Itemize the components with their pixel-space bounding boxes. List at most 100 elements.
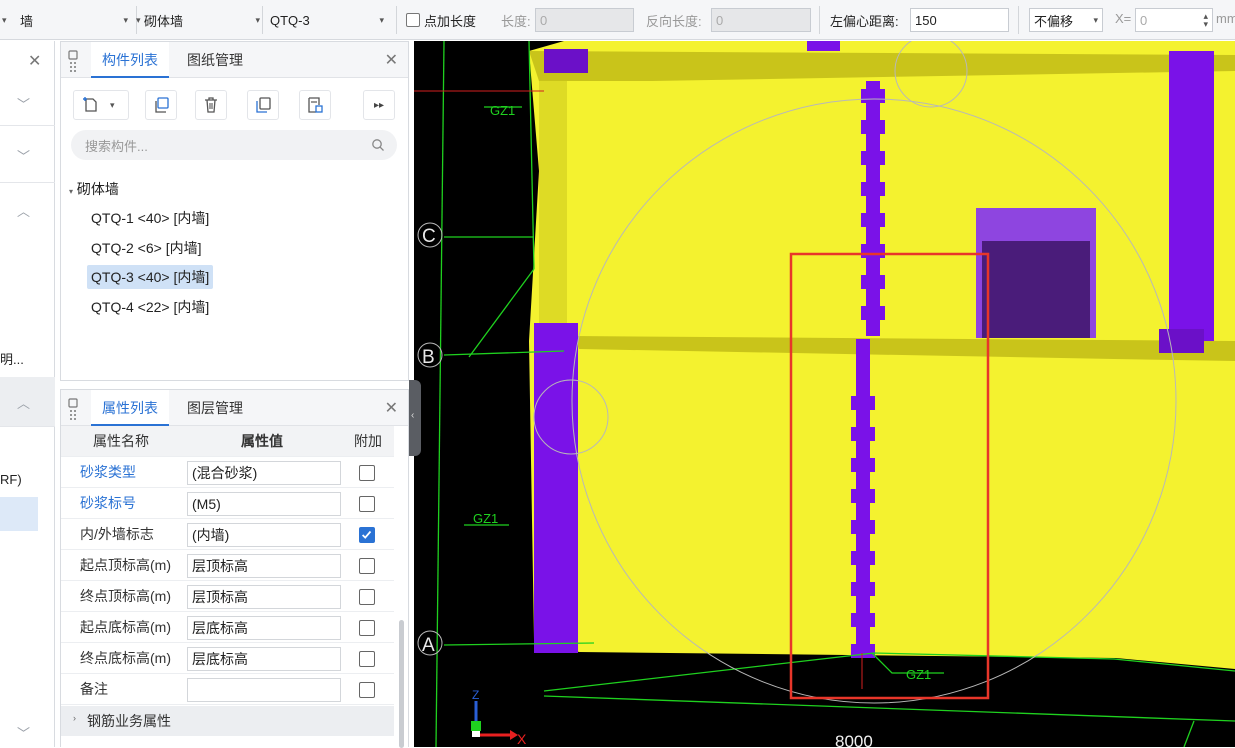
tree-root[interactable]: ▾ 砌体墙 xyxy=(69,179,119,199)
expand-icon[interactable]: ▾ xyxy=(69,187,73,196)
search-box[interactable]: 搜索构件... xyxy=(71,130,397,160)
x-input[interactable]: 0 ▴ ▾ xyxy=(1135,8,1213,32)
column-top-left xyxy=(544,49,588,73)
component-select-value: QTQ-3 xyxy=(270,12,310,28)
chevron-up-icon[interactable]: ︿ xyxy=(17,393,30,412)
table-row[interactable]: 砂浆类型 (混合砂浆) xyxy=(61,457,394,488)
chevron-down-icon: ▾ xyxy=(123,14,128,25)
checkbox[interactable] xyxy=(359,496,375,512)
checkbox[interactable] xyxy=(406,13,420,27)
tree-item-qtq-1[interactable]: QTQ-1 <40> [内墙] xyxy=(87,206,213,230)
table-row[interactable]: 起点底标高(m) 层底标高 xyxy=(61,612,394,643)
offset-mode-value: 不偏移 xyxy=(1034,13,1074,29)
chevron-up-icon[interactable]: ︿ xyxy=(17,201,30,220)
pin-icon[interactable] xyxy=(67,398,79,420)
nav-item-text[interactable]: RF) xyxy=(0,472,22,487)
3d-viewport[interactable]: C B A GZ1 GZ1 GZ1 8000 Z X xyxy=(414,41,1235,747)
window-opening xyxy=(982,241,1090,338)
offset-mode-select[interactable]: 不偏移 ▾ xyxy=(1029,8,1103,32)
chevron-left-icon[interactable]: ‹ xyxy=(411,410,414,421)
more-button[interactable]: ▸▸ xyxy=(363,90,395,120)
checkbox[interactable] xyxy=(359,589,375,605)
expand-icon[interactable]: › xyxy=(73,713,76,723)
checkbox[interactable] xyxy=(359,558,375,574)
property-value-input[interactable]: (内墙) xyxy=(187,523,341,547)
property-name: 内/外墙标志 xyxy=(80,526,154,542)
tree-root-label: 砌体墙 xyxy=(76,181,119,197)
property-value-input[interactable]: 层顶标高 xyxy=(187,554,341,578)
delete-button[interactable] xyxy=(195,90,227,120)
left-arrow-icon[interactable]: ▾ xyxy=(2,8,12,32)
category-select[interactable]: 砌体墙 ▾ xyxy=(140,8,266,32)
double-chevron-right-icon: ▸▸ xyxy=(373,99,385,111)
nav-item-selected[interactable] xyxy=(0,497,38,531)
copy-to-floor-button[interactable] xyxy=(247,90,279,120)
nav-item-text[interactable]: 明... xyxy=(0,349,24,368)
close-icon[interactable]: ✕ xyxy=(385,50,398,70)
divider xyxy=(396,6,397,34)
tab-drawing-management[interactable]: 图纸管理 xyxy=(187,42,243,78)
layers-copy-icon xyxy=(256,97,271,113)
table-row[interactable]: 终点底标高(m) 层底标高 xyxy=(61,643,394,674)
property-value-input[interactable]: 层底标高 xyxy=(187,647,341,671)
length-input[interactable]: 0 xyxy=(535,8,634,32)
type-select[interactable]: 墙 ▾ xyxy=(16,8,134,32)
nav-section[interactable]: ︿ 明... xyxy=(0,183,55,377)
export-button[interactable] xyxy=(299,90,331,120)
table-row[interactable]: 起点顶标高(m) 层顶标高 xyxy=(61,550,394,581)
divider xyxy=(819,6,820,34)
close-icon[interactable]: ✕ xyxy=(28,51,41,71)
scrollbar[interactable] xyxy=(399,620,404,748)
checkbox[interactable] xyxy=(359,682,375,698)
panel-collapse-handle[interactable]: ‹ xyxy=(409,380,421,456)
gizmo-x-label: X xyxy=(517,731,527,747)
nav-section[interactable]: ﹀ xyxy=(0,80,55,126)
chevron-down-icon[interactable]: ﹀ xyxy=(17,94,30,113)
tree-item-qtq-3[interactable]: QTQ-3 <40> [内墙] xyxy=(87,265,214,289)
axis-label-b: B xyxy=(422,347,435,368)
tab-layer-management[interactable]: 图层管理 xyxy=(187,390,243,426)
tree-item-qtq-2[interactable]: QTQ-2 <6> [内墙] xyxy=(87,236,205,260)
search-icon[interactable] xyxy=(371,138,385,152)
checkbox[interactable] xyxy=(359,651,375,667)
table-row[interactable]: 备注 xyxy=(61,674,394,705)
group-row-rebar[interactable]: › 钢筋业务属性 xyxy=(61,706,394,736)
model-view[interactable]: C B A GZ1 GZ1 GZ1 8000 Z X xyxy=(414,41,1235,747)
table-row[interactable]: 砂浆标号 (M5) xyxy=(61,488,394,519)
search-placeholder[interactable]: 搜索构件... xyxy=(85,136,148,155)
property-value-input[interactable]: 层底标高 xyxy=(187,616,341,640)
point-length-checkbox[interactable]: 点加长度 xyxy=(406,8,476,32)
property-value-input[interactable]: (混合砂浆) xyxy=(187,461,341,485)
property-value-input[interactable] xyxy=(187,678,341,702)
tab-property-list[interactable]: 属性列表 xyxy=(91,390,169,426)
chevron-down-icon: ▾ xyxy=(379,14,384,25)
left-offset-input[interactable]: 150 xyxy=(910,8,1009,32)
property-name: 起点顶标高(m) xyxy=(80,557,171,573)
tab-component-list[interactable]: 构件列表 xyxy=(91,42,169,78)
column-label-gz1: GZ1 xyxy=(490,103,515,118)
x-value: 0 xyxy=(1140,12,1148,28)
nav-section[interactable]: ﹀ xyxy=(0,126,55,183)
new-component-button[interactable]: ▾ xyxy=(73,90,129,120)
chevron-down-icon[interactable]: ﹀ xyxy=(17,146,30,165)
navigation-panel: ✕ ﹀ ﹀ ︿ 明... ︿ RF) ﹀ xyxy=(0,41,55,747)
table-row[interactable]: 内/外墙标志 (内墙) xyxy=(61,519,394,550)
divider xyxy=(262,6,263,34)
panel-header: 属性列表 图层管理 ✕ xyxy=(61,390,408,426)
table-row[interactable]: 终点顶标高(m) 层顶标高 xyxy=(61,581,394,612)
close-icon[interactable]: ✕ xyxy=(385,398,398,418)
pin-icon[interactable] xyxy=(67,50,79,72)
checkbox[interactable] xyxy=(359,620,375,636)
checkbox-checked[interactable] xyxy=(359,527,375,543)
copy-button[interactable] xyxy=(145,90,177,120)
chevron-down-icon[interactable]: ﹀ xyxy=(17,723,30,742)
nav-section[interactable]: ︿ xyxy=(0,377,55,427)
component-select[interactable]: QTQ-3 ▾ xyxy=(266,8,390,32)
spinner-icon[interactable]: ▴ ▾ xyxy=(1203,12,1208,29)
reverse-length-input[interactable]: 0 xyxy=(711,8,811,32)
property-value-input[interactable]: 层顶标高 xyxy=(187,585,341,609)
left-offset-label: 左偏心距离: xyxy=(830,14,899,29)
property-value-input[interactable]: (M5) xyxy=(187,492,341,516)
tree-item-qtq-4[interactable]: QTQ-4 <22> [内墙] xyxy=(87,295,213,319)
checkbox[interactable] xyxy=(359,465,375,481)
